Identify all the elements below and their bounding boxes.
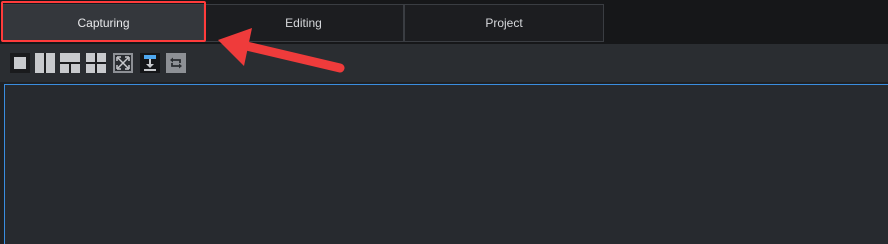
capture-preview-area[interactable] <box>4 84 888 244</box>
tab-project[interactable]: Project <box>404 4 604 42</box>
tab-capturing[interactable]: Capturing <box>2 4 205 42</box>
tab-capturing-label: Capturing <box>77 16 130 30</box>
cycle-icon[interactable] <box>166 53 186 73</box>
app-window: Capturing Editing Project <box>0 0 888 244</box>
tab-project-label: Project <box>485 16 523 30</box>
quad-grid-icon[interactable] <box>86 53 106 73</box>
tab-bar: Capturing Editing Project <box>0 0 888 44</box>
tab-editing-label: Editing <box>285 16 322 30</box>
layout-toolbar <box>0 44 888 82</box>
single-view-icon[interactable] <box>10 53 30 73</box>
split-vertical-icon[interactable] <box>35 53 55 73</box>
fullscreen-icon[interactable] <box>113 53 133 73</box>
split-horizontal-icon[interactable] <box>60 53 80 73</box>
tab-editing[interactable]: Editing <box>203 4 404 42</box>
download-icon[interactable] <box>140 53 160 73</box>
